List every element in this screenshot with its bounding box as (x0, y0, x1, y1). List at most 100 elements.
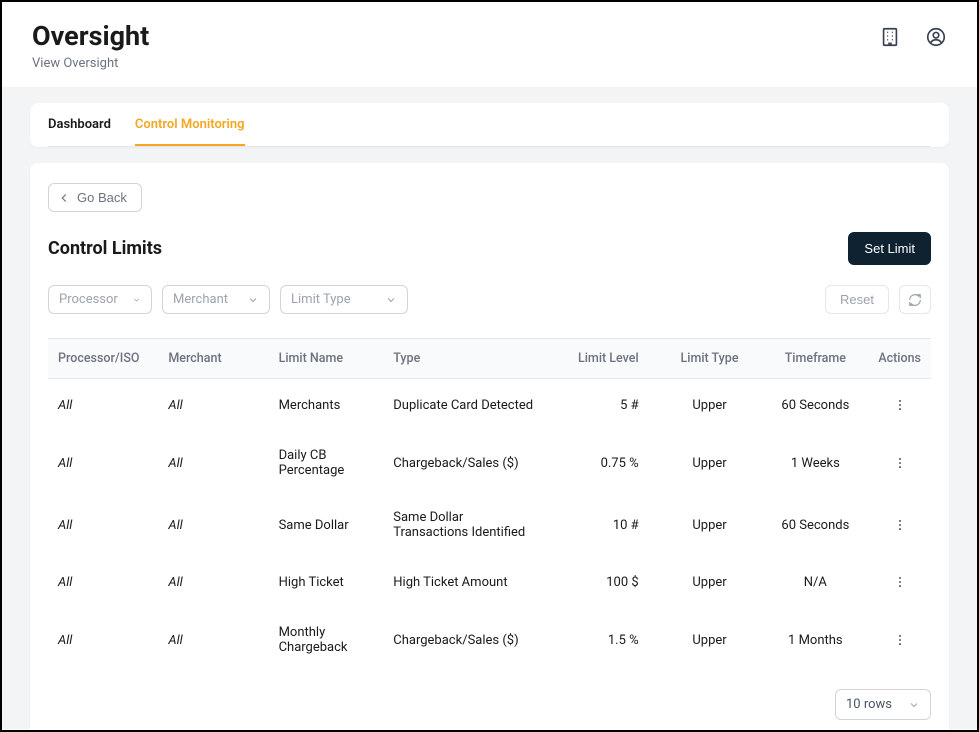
col-header-limittype: Limit Type (657, 339, 763, 379)
rows-label: 10 rows (846, 697, 892, 712)
col-header-timeframe: Timeframe (762, 339, 868, 379)
page-title: Oversight (32, 20, 149, 52)
chevron-down-icon (247, 294, 259, 306)
chevron-left-icon (57, 191, 71, 205)
table-row: All All Merchants Duplicate Card Detecte… (48, 379, 931, 433)
cell-actions (868, 494, 931, 556)
table-footer: 10 rows (48, 689, 931, 720)
processor-filter[interactable]: Processor (48, 285, 152, 314)
cell-merchant: All (158, 609, 268, 671)
chevron-down-icon (908, 699, 920, 711)
cell-type: Same Dollar Transactions Identified (383, 494, 551, 556)
row-actions-button[interactable] (890, 572, 910, 592)
go-back-label: Go Back (77, 190, 127, 205)
more-vertical-icon (893, 575, 907, 589)
col-header-merchant: Merchant (158, 339, 268, 379)
cell-merchant: All (158, 432, 268, 494)
filters-row: Processor Merchant Limit Type (48, 285, 931, 314)
table-head: Processor/ISO Merchant Limit Name Type L… (48, 339, 931, 379)
filters-left: Processor Merchant Limit Type (48, 285, 408, 314)
cell-merchant: All (158, 494, 268, 556)
cell-timeframe: 1 Weeks (762, 432, 868, 494)
cell-actions (868, 556, 931, 609)
row-actions-button[interactable] (890, 630, 910, 650)
cell-processor: All (48, 494, 158, 556)
cell-type: High Ticket Amount (383, 556, 551, 609)
cell-timeframe: 60 Seconds (762, 494, 868, 556)
cell-limitlevel: 10 # (551, 494, 657, 556)
cell-limitname: Monthly Chargeback (269, 609, 384, 671)
cell-actions (868, 609, 931, 671)
limit-type-filter-label: Limit Type (291, 292, 351, 307)
table-row: All All High Ticket High Ticket Amount 1… (48, 556, 931, 609)
page-subtitle: View Oversight (32, 56, 149, 71)
control-limits-table: Processor/ISO Merchant Limit Name Type L… (48, 338, 931, 671)
cell-limittype: Upper (657, 556, 763, 609)
reset-button[interactable]: Reset (825, 285, 889, 314)
tabs-card: Dashboard Control Monitoring (30, 103, 949, 147)
col-header-limitlevel: Limit Level (551, 339, 657, 379)
cell-limitlevel: 5 # (551, 379, 657, 433)
col-header-type: Type (383, 339, 551, 379)
go-back-button[interactable]: Go Back (48, 183, 142, 212)
tab-control-monitoring[interactable]: Control Monitoring (135, 103, 245, 146)
cell-limitname: High Ticket (269, 556, 384, 609)
cell-timeframe: 60 Seconds (762, 379, 868, 433)
more-vertical-icon (893, 456, 907, 470)
col-header-limitname: Limit Name (269, 339, 384, 379)
building-icon[interactable] (879, 26, 901, 52)
refresh-icon (908, 293, 922, 307)
more-vertical-icon (893, 518, 907, 532)
tabs: Dashboard Control Monitoring (48, 103, 931, 147)
table-body: All All Merchants Duplicate Card Detecte… (48, 379, 931, 672)
section-title: Control Limits (48, 238, 162, 259)
cell-processor: All (48, 432, 158, 494)
page-header: Oversight View Oversight (2, 2, 977, 87)
cell-limitname: Daily CB Percentage (269, 432, 384, 494)
cell-limittype: Upper (657, 609, 763, 671)
merchant-filter-label: Merchant (173, 292, 228, 307)
main-card: Go Back Control Limits Set Limit Process… (30, 163, 949, 729)
cell-type: Chargeback/Sales ($) (383, 609, 551, 671)
filters-right: Reset (825, 285, 931, 314)
tab-dashboard[interactable]: Dashboard (48, 103, 111, 146)
col-header-processor: Processor/ISO (48, 339, 158, 379)
content-area: Dashboard Control Monitoring Go Back Con… (2, 87, 977, 729)
cell-limittype: Upper (657, 379, 763, 433)
cell-actions (868, 379, 931, 433)
cell-actions (868, 432, 931, 494)
chevron-down-icon (385, 294, 397, 306)
row-actions-button[interactable] (890, 395, 910, 415)
cell-limitlevel: 100 $ (551, 556, 657, 609)
section-header: Control Limits Set Limit (48, 232, 931, 265)
header-left: Oversight View Oversight (32, 20, 149, 71)
more-vertical-icon (893, 633, 907, 647)
set-limit-button[interactable]: Set Limit (848, 232, 931, 265)
cell-timeframe: 1 Months (762, 609, 868, 671)
cell-processor: All (48, 556, 158, 609)
col-header-actions: Actions (868, 339, 931, 379)
cell-processor: All (48, 609, 158, 671)
cell-type: Duplicate Card Detected (383, 379, 551, 433)
cell-timeframe: N/A (762, 556, 868, 609)
cell-merchant: All (158, 379, 268, 433)
cell-limitlevel: 0.75 % (551, 432, 657, 494)
cell-limitname: Merchants (269, 379, 384, 433)
cell-type: Chargeback/Sales ($) (383, 432, 551, 494)
more-vertical-icon (893, 398, 907, 412)
rows-per-page-select[interactable]: 10 rows (835, 689, 931, 720)
chevron-down-icon (132, 294, 141, 306)
cell-merchant: All (158, 556, 268, 609)
limit-type-filter[interactable]: Limit Type (280, 285, 408, 314)
row-actions-button[interactable] (890, 453, 910, 473)
cell-limittype: Upper (657, 494, 763, 556)
merchant-filter[interactable]: Merchant (162, 285, 270, 314)
user-account-icon[interactable] (925, 26, 947, 52)
table-row: All All Monthly Chargeback Chargeback/Sa… (48, 609, 931, 671)
refresh-button[interactable] (899, 285, 931, 314)
cell-processor: All (48, 379, 158, 433)
cell-limitlevel: 1.5 % (551, 609, 657, 671)
processor-filter-label: Processor (59, 292, 118, 307)
table-row: All All Daily CB Percentage Chargeback/S… (48, 432, 931, 494)
row-actions-button[interactable] (890, 515, 910, 535)
